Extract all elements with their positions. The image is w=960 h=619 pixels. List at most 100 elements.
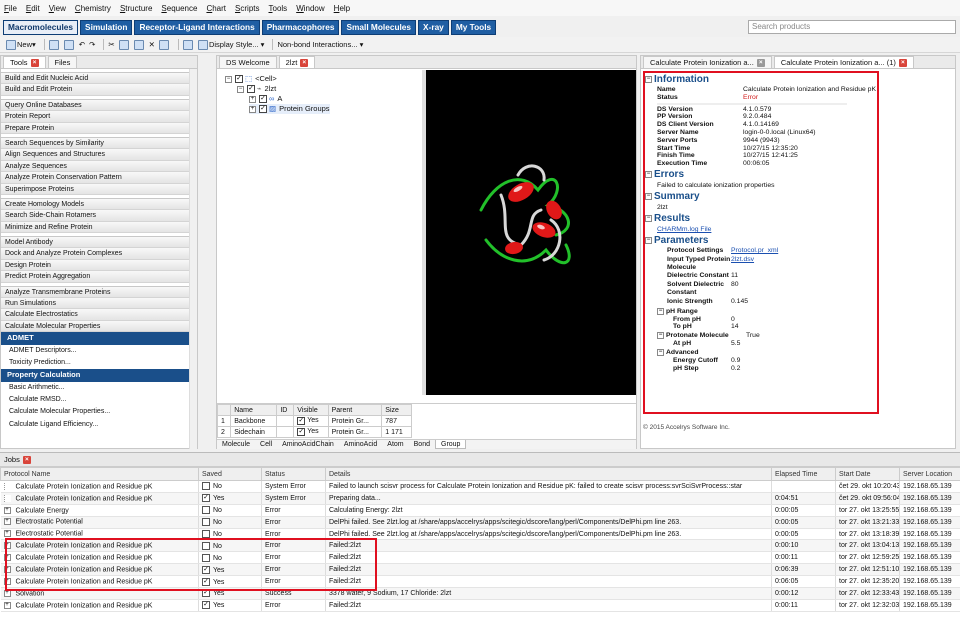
undo-button[interactable]: ↶: [79, 40, 85, 49]
tool-item[interactable]: Query Online Databases?: [1, 99, 197, 112]
tool-item[interactable]: Prepare Protein?: [1, 122, 197, 134]
tab-report-1[interactable]: Calculate Protein Ionization a... ×: [643, 56, 772, 68]
tab-xray[interactable]: X-ray: [418, 19, 449, 35]
collapse-icon[interactable]: −: [645, 192, 652, 200]
menu-file[interactable]: File: [4, 4, 17, 13]
table-row[interactable]: + Calculate Energy No Error Calculating Ener…: [0, 504, 960, 517]
table-header[interactable]: Name: [230, 404, 278, 416]
table-header[interactable]: Parent: [327, 404, 383, 416]
3d-viewer[interactable]: [426, 70, 636, 395]
tab-receptor-ligand[interactable]: Receptor-Ligand Interactions: [134, 19, 260, 35]
ph-range-group[interactable]: − pH Range: [645, 307, 877, 316]
tool-item[interactable]: Search Side-Chain Rotamers?: [1, 210, 197, 222]
menu-sequence[interactable]: Sequence: [161, 4, 197, 13]
tab-2lzt[interactable]: 2lzt ×: [278, 56, 316, 68]
paste-button[interactable]: [133, 39, 145, 50]
collapse-icon[interactable]: −: [645, 214, 652, 222]
tool-subitem[interactable]: Calculate Ligand Efficiency...: [1, 418, 197, 431]
tab-bond[interactable]: Bond: [409, 440, 435, 449]
tool-item[interactable]: Minimize and Refine Protein?: [1, 221, 197, 234]
menu-window[interactable]: Window: [296, 4, 324, 13]
expand-icon[interactable]: [3, 482, 11, 490]
col-saved[interactable]: Saved: [198, 467, 262, 481]
delete-button[interactable]: ✕: [149, 40, 155, 49]
table-header[interactable]: ID: [276, 404, 295, 416]
cut-button[interactable]: ✂: [108, 40, 114, 49]
param-value[interactable]: Protocol.pr_xml: [731, 247, 877, 255]
section-information[interactable]: − Information: [645, 73, 877, 86]
section-results[interactable]: − Results: [645, 212, 877, 225]
tab-cell[interactable]: Cell: [255, 440, 277, 449]
tab-molecule[interactable]: Molecule: [217, 440, 255, 449]
menu-chemistry[interactable]: Chemistry: [75, 4, 111, 13]
protonate-group[interactable]: − Protonate Molecule True: [645, 331, 877, 340]
visibility-checkbox[interactable]: ✓: [235, 75, 243, 83]
redo-button[interactable]: ↷: [89, 40, 95, 49]
tool-item[interactable]: Build and Edit Nucleic Acid?: [1, 73, 197, 85]
table-header[interactable]: Visible: [293, 404, 329, 416]
expand-icon[interactable]: +: [3, 530, 11, 538]
visibility-checkbox[interactable]: ✓: [247, 85, 255, 93]
expand-icon[interactable]: +: [249, 105, 256, 113]
tool-item[interactable]: Build and Edit Protein?: [1, 84, 197, 96]
tool-subitem[interactable]: Basic Arithmetic...: [1, 381, 197, 395]
collapse-icon[interactable]: −: [237, 85, 244, 93]
expand-icon[interactable]: +: [249, 95, 256, 103]
find-button[interactable]: [158, 39, 170, 50]
tool-item[interactable]: Calculate Molecular Properties?: [1, 320, 197, 333]
tree-node-molecule[interactable]: − ✓ ⌁ 2lzt: [237, 84, 276, 94]
tab-report-2[interactable]: Calculate Protein Ionization a... (1) ×: [773, 56, 914, 68]
collapse-icon[interactable]: −: [645, 236, 652, 244]
visible-checkbox[interactable]: ✓: [297, 428, 306, 436]
menu-help[interactable]: Help: [334, 4, 350, 13]
col-start-date[interactable]: Start Date: [835, 467, 900, 481]
table-row[interactable]: Calculate Protein Ionization and Residue…: [0, 480, 960, 493]
collapse-icon[interactable]: −: [225, 75, 232, 83]
tool-subitem[interactable]: Calculate RMSD...: [1, 394, 197, 407]
tab-atom[interactable]: Atom: [382, 440, 408, 449]
saved-checkbox[interactable]: [202, 518, 210, 527]
tool-item[interactable]: Dock and Analyze Protein Complexes?: [1, 248, 197, 260]
expand-icon[interactable]: +: [3, 506, 11, 514]
tool-item[interactable]: Protein Report?: [1, 111, 197, 123]
tool-item[interactable]: Run Simulations?: [1, 298, 197, 310]
save-button[interactable]: [63, 39, 75, 50]
close-icon[interactable]: ×: [22, 455, 31, 464]
expand-icon[interactable]: +: [3, 518, 11, 526]
menu-tools[interactable]: Tools: [269, 4, 288, 13]
menu-edit[interactable]: Edit: [26, 4, 40, 13]
menu-structure[interactable]: Structure: [120, 4, 152, 13]
table-header[interactable]: Size: [381, 404, 412, 416]
tool-item[interactable]: Superimpose Proteins?: [1, 183, 197, 195]
visible-checkbox[interactable]: ✓: [297, 417, 306, 425]
tool-subitem[interactable]: ADMET Descriptors...: [1, 344, 197, 357]
tool-item[interactable]: Create Homology Models?: [1, 198, 197, 211]
nonbond-button[interactable]: Non-bond Interactions... ▾: [277, 40, 363, 49]
print-button[interactable]: [182, 39, 194, 50]
saved-checkbox[interactable]: [202, 482, 210, 491]
collapse-icon[interactable]: −: [645, 76, 652, 83]
tab-my-tools[interactable]: My Tools: [450, 19, 497, 35]
col-server-location[interactable]: Server Location: [899, 467, 960, 481]
tree-node-cell[interactable]: − ✓ ⬚ <Cell>: [225, 74, 277, 84]
tool-subitem[interactable]: Toxicity Prediction...: [1, 357, 197, 370]
tool-item[interactable]: Analyze Sequences?: [1, 160, 197, 173]
tool-item[interactable]: Model Antibody?: [1, 237, 197, 249]
collapse-icon[interactable]: −: [657, 307, 664, 315]
scrollbar[interactable]: [189, 69, 197, 449]
tool-item[interactable]: Predict Protein Aggregation?: [1, 271, 197, 283]
table-row[interactable]: + Calculate Protein Ionization and Residu…: [0, 599, 960, 612]
saved-checkbox[interactable]: [202, 506, 210, 515]
tool-item[interactable]: Search Sequences by Similarity?: [1, 137, 197, 150]
col-elapsed-time[interactable]: Elapsed Time: [771, 467, 836, 481]
table-row[interactable]: 1 Backbone ✓ Yes Protein Gr... 787: [216, 415, 412, 427]
tab-group[interactable]: Group: [435, 440, 467, 449]
copy-button[interactable]: [118, 39, 130, 50]
tab-jobs[interactable]: Jobs ×: [0, 453, 960, 467]
menu-scripts[interactable]: Scripts: [235, 4, 259, 13]
table-row[interactable]: 2 Sidechain ✓ Yes Protein Gr... 1 171: [216, 426, 412, 438]
menu-chart[interactable]: Chart: [206, 4, 226, 13]
col-protocol-name[interactable]: Protocol Name: [0, 467, 199, 481]
section-parameters[interactable]: − Parameters: [645, 234, 877, 247]
tool-item[interactable]: Calculate Electrostatics?: [1, 309, 197, 321]
